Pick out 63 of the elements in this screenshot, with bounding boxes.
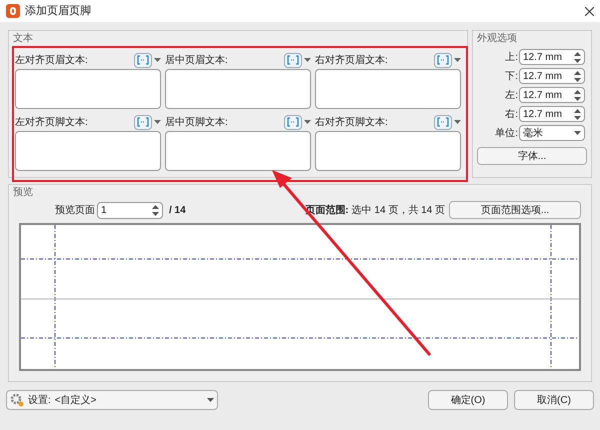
unit-dropdown[interactable]: 毫米 <box>519 125 585 141</box>
text-input-field[interactable] <box>15 69 161 109</box>
text-input-field[interactable] <box>15 131 161 171</box>
dialog-button[interactable]: 确定(O) <box>428 390 508 410</box>
text-input-field[interactable] <box>165 69 311 109</box>
window-title: 添加页眉页脚 <box>25 4 91 19</box>
page-range-text: 选中 14 页，共 14 页 <box>352 204 445 218</box>
margin-field[interactable]: 12.7 mm <box>519 68 585 84</box>
group-title: 外观选项 <box>476 32 518 46</box>
caret-icon[interactable] <box>304 120 311 124</box>
unit-label: 单位: <box>495 126 518 140</box>
field-label: 左对齐页眉文本: <box>15 54 88 68</box>
spinner-arrows-icon[interactable] <box>152 204 159 216</box>
margin-field[interactable]: 12.7 mm <box>519 87 585 103</box>
field-label: 居中页脚文本: <box>165 116 228 130</box>
caret-icon <box>207 398 214 402</box>
insert-field-button[interactable] <box>284 114 302 130</box>
brackets-icon <box>137 55 149 65</box>
brackets-icon <box>287 117 299 127</box>
caret-icon <box>574 131 581 135</box>
caret-icon[interactable] <box>154 58 161 62</box>
caret-icon[interactable] <box>454 58 461 62</box>
margin-field[interactable]: 12.7 mm <box>519 106 585 122</box>
margin-field[interactable]: 12.7 mm <box>519 49 585 65</box>
text-input-field[interactable] <box>165 131 311 171</box>
caret-icon[interactable] <box>454 120 461 124</box>
brackets-icon <box>287 55 299 65</box>
caret-icon[interactable] <box>154 120 161 124</box>
gear-icon <box>10 393 24 407</box>
margin-label: 左: <box>505 88 518 102</box>
page-number-field[interactable]: 1 <box>97 202 163 218</box>
brackets-icon <box>437 55 449 65</box>
spinner-arrows-icon[interactable] <box>574 108 581 120</box>
margin-label: 下: <box>505 70 518 84</box>
spinner-arrows-icon[interactable] <box>574 70 581 82</box>
text-input-field[interactable] <box>315 131 461 171</box>
group-title: 文本 <box>12 32 34 45</box>
margin-label: 右: <box>505 108 518 122</box>
spinner-arrows-icon[interactable] <box>574 52 581 62</box>
font-button[interactable]: 字体... <box>477 147 587 165</box>
page-range-options-button[interactable]: 页面范围选项... <box>449 201 581 219</box>
insert-field-button[interactable] <box>134 114 152 130</box>
close-icon[interactable] <box>585 6 594 16</box>
field-label: 左对齐页脚文本: <box>15 116 88 130</box>
insert-field-button[interactable] <box>134 52 152 68</box>
preview-page-label: 预览页面 <box>55 204 95 218</box>
insert-field-button[interactable] <box>284 52 302 68</box>
insert-field-button[interactable] <box>434 52 452 68</box>
field-label: 右对齐页眉文本: <box>315 54 388 68</box>
field-label: 右对齐页脚文本: <box>315 116 388 130</box>
caret-icon[interactable] <box>304 58 311 62</box>
app-logo-icon <box>6 4 20 18</box>
field-label: 居中页眉文本: <box>165 54 228 68</box>
group-title: 预览 <box>12 186 34 199</box>
brackets-icon <box>137 117 149 127</box>
text-input-field[interactable] <box>315 69 461 109</box>
insert-field-button[interactable] <box>434 114 452 130</box>
page-total: / 14 <box>169 204 186 218</box>
brackets-icon <box>437 117 449 127</box>
dialog-button[interactable]: 取消(C) <box>514 390 594 410</box>
spinner-arrows-icon[interactable] <box>574 90 581 100</box>
settings-dropdown[interactable]: 设置: <自定义> <box>6 390 218 410</box>
margin-label: 上: <box>505 50 518 64</box>
